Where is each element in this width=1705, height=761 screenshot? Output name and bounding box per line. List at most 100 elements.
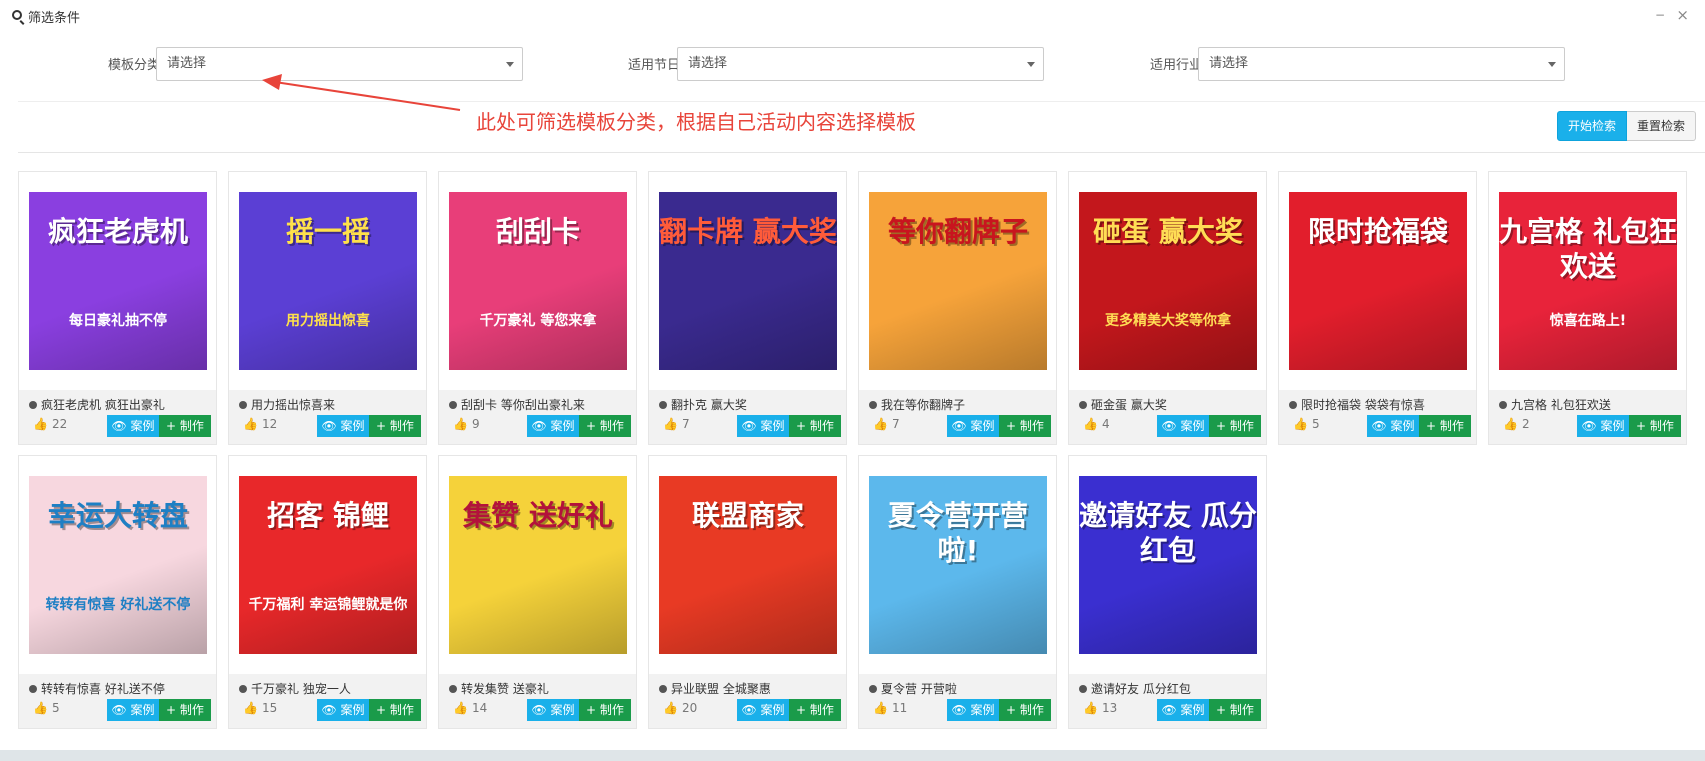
make-button[interactable]: + 制作 [579, 699, 631, 721]
case-button[interactable]: 👁 案例 [317, 699, 369, 721]
make-button[interactable]: + 制作 [1419, 415, 1471, 437]
likes-count: 👍 22 [29, 417, 67, 431]
make-button[interactable]: + 制作 [1209, 699, 1261, 721]
template-card: 夏令营开营啦! 夏令营 开营啦 👍 11 👁 案例 + 制作 [858, 455, 1057, 729]
make-button[interactable]: + 制作 [999, 415, 1051, 437]
case-button[interactable]: 👁 案例 [107, 415, 159, 437]
make-label: 制作 [809, 419, 834, 433]
make-button[interactable]: + 制作 [1629, 415, 1681, 437]
template-image[interactable]: 九宫格 礼包狂欢送 惊喜在路上! [1499, 192, 1677, 370]
template-title: 疯狂老虎机 疯狂出豪礼 [29, 396, 206, 414]
likes-count: 👍 20 [659, 701, 697, 715]
make-label: 制作 [1439, 419, 1464, 433]
case-button[interactable]: 👁 案例 [1577, 415, 1629, 437]
make-label: 制作 [1229, 419, 1254, 433]
make-button[interactable]: + 制作 [369, 699, 421, 721]
filter-fields: 模板分类 请选择 适用节日 请选择 适用行业 请选择 [18, 36, 1705, 102]
case-label: 案例 [760, 419, 785, 433]
template-card: 幸运大转盘 转转有惊喜 好礼送不停 转转有惊喜 好礼送不停 👍 5 👁 案例 + 制作 [18, 455, 217, 729]
case-button[interactable]: 👁 案例 [1157, 415, 1209, 437]
template-image[interactable]: 邀请好友 瓜分红包 [1079, 476, 1257, 654]
template-image-title: 限时抢福袋 [1307, 215, 1448, 248]
template-title: 翻扑克 赢大奖 [659, 396, 836, 414]
template-card: 疯狂老虎机 每日豪礼抽不停疯狂老虎机 疯狂出豪礼 👍 22 👁 案例 + 制作 [18, 171, 217, 445]
case-button[interactable]: 👁 案例 [1157, 699, 1209, 721]
case-button[interactable]: 👁 案例 [947, 699, 999, 721]
make-button[interactable]: + 制作 [789, 699, 841, 721]
template-image-title: 幸运大转盘 [47, 499, 188, 532]
likes-value: 7 [891, 417, 900, 431]
case-button[interactable]: 👁 案例 [527, 699, 579, 721]
thumbs-up-icon: 👍 [663, 417, 678, 431]
search-buttons: 开始检索 重置检索 [1556, 111, 1696, 141]
likes-count: 👍 4 [1079, 417, 1110, 431]
template-image[interactable]: 砸蛋 赢大奖 更多精美大奖等你拿 [1079, 192, 1257, 370]
template-image[interactable]: 幸运大转盘 转转有惊喜 好礼送不停 [29, 476, 207, 654]
make-button[interactable]: + 制作 [789, 415, 841, 437]
close-button[interactable]: × [1676, 6, 1689, 24]
template-image-title: 刮刮卡 [495, 215, 580, 248]
eye-icon: 👁 [951, 419, 971, 433]
case-button[interactable]: 👁 案例 [737, 415, 789, 437]
case-button[interactable]: 👁 案例 [1367, 415, 1419, 437]
holiday-select[interactable]: 请选择 [677, 47, 1044, 81]
thumbs-up-icon: 👍 [873, 417, 888, 431]
make-button[interactable]: + 制作 [159, 699, 211, 721]
case-button[interactable]: 👁 案例 [107, 699, 159, 721]
likes-count: 👍 11 [869, 701, 907, 715]
start-search-button[interactable]: 开始检索 [1556, 111, 1627, 141]
make-button[interactable]: + 制作 [999, 699, 1051, 721]
template-image-subtitle: 用力摇出惊喜 [286, 313, 370, 329]
eye-icon: 👁 [1161, 703, 1181, 717]
card-footer: 邀请好友 瓜分红包 👍 13 👁 案例 + 制作 [1069, 674, 1266, 728]
template-image-subtitle: 惊喜在路上! [1549, 313, 1627, 329]
template-title: 限时抢福袋 袋袋有惊喜 [1289, 396, 1466, 414]
make-button[interactable]: + 制作 [369, 415, 421, 437]
minimize-button[interactable]: − [1655, 8, 1665, 22]
template-image[interactable]: 夏令营开营啦! [869, 476, 1047, 654]
template-image[interactable]: 摇一摇 用力摇出惊喜 [239, 192, 417, 370]
case-button[interactable]: 👁 案例 [527, 415, 579, 437]
make-button[interactable]: + 制作 [159, 415, 211, 437]
chevron-down-icon [1548, 62, 1556, 67]
template-image-subtitle: 更多精美大奖等你拿 [1105, 313, 1231, 329]
likes-value: 13 [1101, 701, 1118, 715]
case-label: 案例 [1180, 419, 1205, 433]
card-footer: 用力摇出惊喜来 👍 12 👁 案例 + 制作 [229, 390, 426, 444]
eye-icon: 👁 [321, 703, 341, 717]
template-card: 九宫格 礼包狂欢送 惊喜在路上! 九宫格 礼包狂欢送 👍 2 👁 案例 + 制作 [1488, 171, 1687, 445]
chevron-down-icon [506, 62, 514, 67]
template-image[interactable]: 联盟商家 [659, 476, 837, 654]
thumbs-up-icon: 👍 [1503, 417, 1518, 431]
page-footer-strip [0, 750, 1705, 761]
template-image[interactable]: 刮刮卡 千万豪礼 等您来拿 [449, 192, 627, 370]
template-card: 摇一摇 用力摇出惊喜用力摇出惊喜来 👍 12 👁 案例 + 制作 [228, 171, 427, 445]
make-label: 制作 [1019, 703, 1044, 717]
template-image-subtitle: 每日豪礼抽不停 [69, 313, 167, 329]
plus-icon: + [796, 703, 810, 717]
template-title: 转转有惊喜 好礼送不停 [29, 680, 206, 698]
card-footer: 疯狂老虎机 疯狂出豪礼 👍 22 👁 案例 + 制作 [19, 390, 216, 444]
plus-icon: + [166, 419, 180, 433]
make-button[interactable]: + 制作 [1209, 415, 1261, 437]
template-image-title: 邀请好友 瓜分红包 [1079, 499, 1257, 567]
industry-select[interactable]: 请选择 [1198, 47, 1565, 81]
template-title: 我在等你翻牌子 [869, 396, 1046, 414]
template-card: 限时抢福袋限时抢福袋 袋袋有惊喜 👍 5 👁 案例 + 制作 [1278, 171, 1477, 445]
likes-count: 👍 5 [1289, 417, 1320, 431]
template-image[interactable]: 等你翻牌子 [869, 192, 1047, 370]
case-button[interactable]: 👁 案例 [947, 415, 999, 437]
template-image[interactable]: 限时抢福袋 [1289, 192, 1467, 370]
case-button[interactable]: 👁 案例 [737, 699, 789, 721]
template-image[interactable]: 集赞 送好礼 [449, 476, 627, 654]
template-card: 刮刮卡 千万豪礼 等您来拿 刮刮卡 等你刮出豪礼来 👍 9 👁 案例 + 制作 [438, 171, 637, 445]
plus-icon: + [1006, 703, 1020, 717]
category-select[interactable]: 请选择 [156, 47, 523, 81]
reset-search-button[interactable]: 重置检索 [1626, 111, 1696, 141]
make-button[interactable]: + 制作 [579, 415, 631, 437]
template-image[interactable]: 翻卡牌 赢大奖 [659, 192, 837, 370]
template-image[interactable]: 招客 锦鲤 千万福利 幸运锦鲤就是你 [239, 476, 417, 654]
plus-icon: + [1636, 419, 1650, 433]
template-image[interactable]: 疯狂老虎机 每日豪礼抽不停 [29, 192, 207, 370]
case-button[interactable]: 👁 案例 [317, 415, 369, 437]
